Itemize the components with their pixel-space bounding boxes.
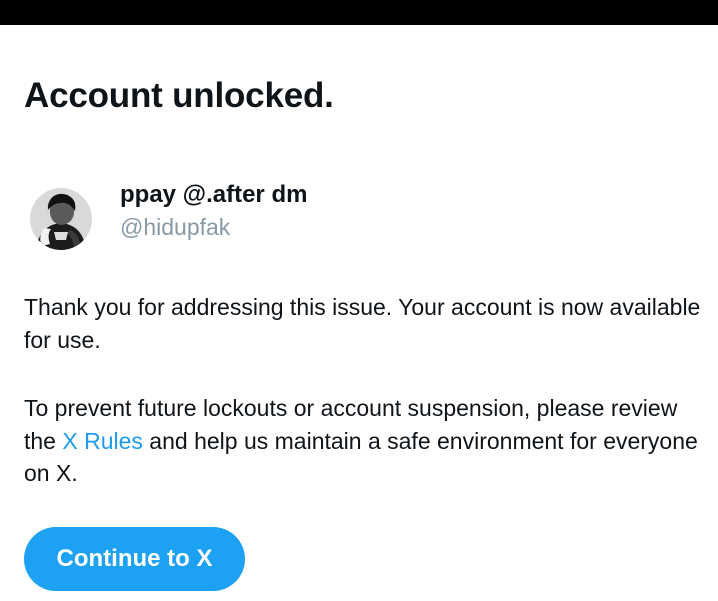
- profile-names: ppay @.after dm @hidupfak: [120, 180, 307, 243]
- rules-message: To prevent future lockouts or account su…: [24, 392, 704, 490]
- display-name: ppay @.after dm: [120, 181, 308, 208]
- unlock-message: Thank you for addressing this issue. You…: [24, 294, 701, 353]
- continue-button[interactable]: Continue to X: [24, 527, 245, 591]
- avatar-photo-icon: [30, 188, 92, 250]
- x-rules-link[interactable]: X Rules: [62, 428, 143, 454]
- status-bar: [0, 0, 718, 25]
- user-handle: @hidupfak: [120, 214, 231, 240]
- avatar[interactable]: [30, 188, 92, 250]
- profile-card: ppay @.after dm @hidupfak: [30, 163, 307, 250]
- page-title: Account unlocked.: [24, 76, 334, 115]
